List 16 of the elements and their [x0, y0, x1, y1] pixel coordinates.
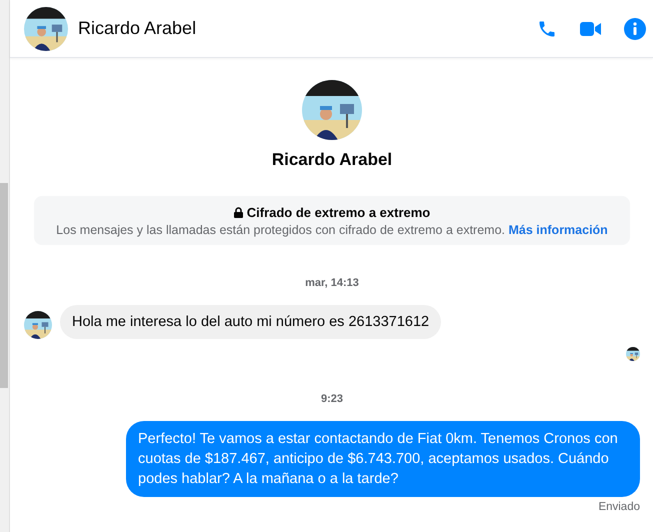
scrollbar[interactable] [0, 0, 10, 532]
message-bubble: Hola me interesa lo del auto mi número es 2613371612 [60, 305, 442, 339]
contact-name: Ricardo Arabel [78, 18, 198, 39]
video-camera-icon [580, 20, 602, 38]
phone-icon [537, 18, 557, 38]
timestamp: 9:23 [320, 393, 344, 405]
profile-name: Ricardo Arabel [272, 150, 392, 170]
encryption-title: Cifrado de extremo a extremo [246, 205, 430, 220]
timestamp: mar, 14:13 [305, 277, 359, 289]
info-button[interactable] [623, 16, 647, 40]
more-info-link[interactable]: Más información [508, 223, 608, 237]
message-bubble: Perfecto! Te vamos a estar contactando de Fiat 0km. Tenemos Cronos con cuotas de $187.467, anticipo de $6.743.700, aceptamos usados. Cuándo podes hablar? A la mañana o a la tarde? [126, 421, 640, 497]
lock-icon [234, 207, 243, 218]
encryption-text: Los mensajes y las llamadas están protegidos con cifrado de extremo a extremo. Más información [56, 223, 608, 237]
info-icon [624, 18, 646, 40]
message-status: Enviado [598, 501, 640, 513]
